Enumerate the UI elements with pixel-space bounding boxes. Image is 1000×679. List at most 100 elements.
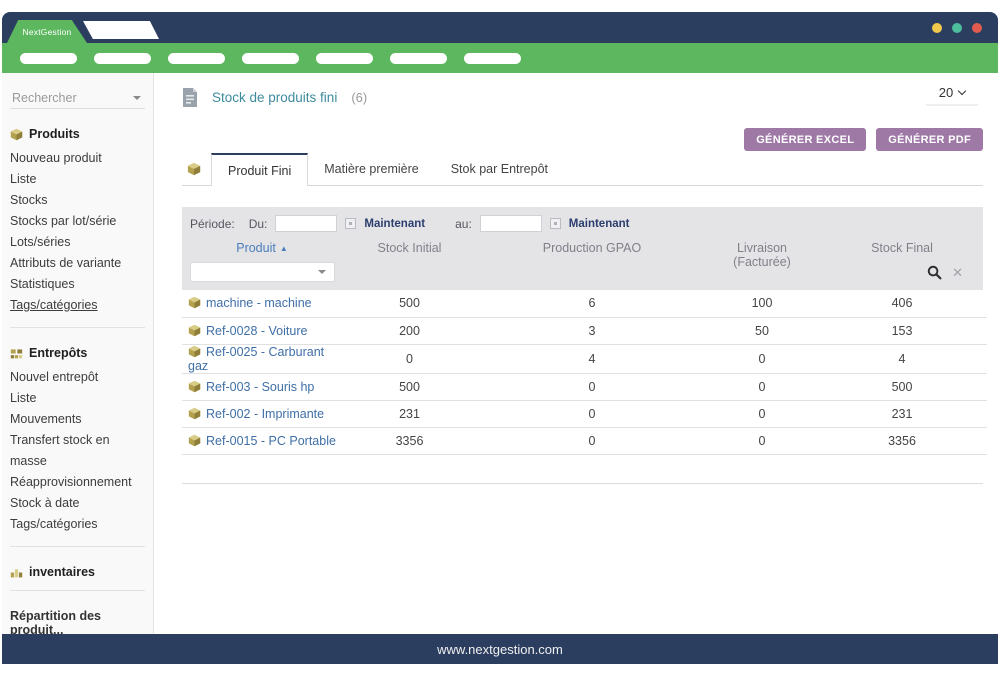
package-icon [188,380,201,393]
footer: www.nextgestion.com [2,634,998,664]
du-label: Du: [249,217,268,231]
stock-initial-cell: 500 [342,373,477,400]
tab-stok-par-entrepot[interactable]: Stok par Entrepôt [435,152,564,185]
production-gpao-cell: 3 [477,317,707,344]
package-icon [188,434,201,447]
tab-matiere-premiere[interactable]: Matière première [308,152,434,185]
package-icon [10,128,23,141]
page-title: Stock de produits fini [212,90,337,105]
production-gpao-cell: 6 [477,290,707,317]
content-divider [182,483,983,484]
production-gpao-cell: 0 [477,373,707,400]
nav-pill[interactable] [168,53,225,64]
sidebar-item-stock-a-date[interactable]: Stock à date [10,493,145,514]
window-controls [932,23,982,33]
nav-pill[interactable] [390,53,447,64]
product-link[interactable]: Ref-0025 - Carburant gaz [188,345,324,373]
au-date-input[interactable] [480,215,542,232]
periode-row: Période: Du: Maintenant au: Maintenant [182,207,983,232]
titlebar: NextGestion [2,12,998,43]
table-row[interactable]: Ref-0028 - Voiture 200 3 50 153 [182,317,987,344]
page-count: (6) [351,90,367,105]
production-gpao-cell: 0 [477,400,707,427]
footer-url: www.nextgestion.com [437,642,563,657]
nav-pill[interactable] [20,53,77,64]
product-link[interactable]: machine - machine [206,296,312,310]
table-row[interactable]: Ref-0025 - Carburant gaz 0 4 0 4 [182,344,987,373]
sidebar-item-liste-produits[interactable]: Liste [10,169,145,190]
package-icon [188,407,201,420]
sidebar-section-repartition: Répartition des produit... [10,609,145,634]
generate-pdf-button[interactable]: GÉNÉRER PDF [876,128,983,151]
table-row[interactable]: Ref-002 - Imprimante 231 0 0 231 [182,400,987,427]
sidebar-item-lots-series[interactable]: Lots/séries [10,232,145,253]
product-link[interactable]: Ref-0015 - PC Portable [206,434,336,448]
stock-initial-cell: 231 [342,400,477,427]
sidebar-search-select[interactable]: Rechercher [10,87,145,109]
sidebar-item-stocks-lot-serie[interactable]: Stocks par lot/série [10,211,145,232]
stock-final-cell: 4 [817,344,987,373]
nav-pill[interactable] [316,53,373,64]
sidebar-item-statistiques[interactable]: Statistiques [10,274,145,295]
production-gpao-cell: 0 [477,427,707,454]
page-size-select[interactable]: 20 [926,85,978,106]
secondary-tab[interactable] [83,21,159,39]
tab-produit-fini[interactable]: Produit Fini [211,153,308,186]
livraison-cell: 0 [707,344,817,373]
table-row[interactable]: Ref-0015 - PC Portable 3356 0 0 3356 [182,427,987,454]
close-dot-icon[interactable] [972,23,982,33]
sidebar: Rechercher Produits Nouveau produit List… [2,73,154,634]
sidebar-item-attributs-variante[interactable]: Attributs de variante [10,253,145,274]
sidebar-item-stocks[interactable]: Stocks [10,190,145,211]
brand-tab[interactable]: NextGestion [7,20,87,43]
calendar-icon[interactable] [550,218,561,229]
sidebar-divider [10,590,145,591]
livraison-cell: 0 [707,400,817,427]
clear-filter-icon[interactable]: ✕ [952,266,963,279]
sidebar-section-produits: Produits [10,127,145,141]
sidebar-item-transfert-stock[interactable]: Transfert stock en masse [10,430,145,472]
sidebar-item-reapprovisionnement[interactable]: Réapprovisionnement [10,472,145,493]
nav-pill[interactable] [94,53,151,64]
product-link[interactable]: Ref-003 - Souris hp [206,380,314,394]
livraison-cell: 50 [707,317,817,344]
chevron-down-icon [958,87,966,95]
sidebar-item-nouvel-entrepot[interactable]: Nouvel entrepôt [10,367,145,388]
du-date-input[interactable] [275,215,337,232]
chevron-down-icon [318,270,326,274]
au-maintenant-label: Maintenant [569,218,630,230]
periode-label: Période: [190,217,235,231]
nav-pill[interactable] [242,53,299,64]
warehouse-icon [10,347,23,360]
product-link[interactable]: Ref-002 - Imprimante [206,407,324,421]
generate-excel-button[interactable]: GÉNÉRER EXCEL [744,128,866,151]
tabbar: Produit Fini Matière première Stok par E… [182,153,983,186]
search-icon[interactable] [927,265,942,280]
stock-initial-cell: 200 [342,317,477,344]
page-head: Stock de produits fini (6) [182,88,367,107]
sidebar-item-nouveau-produit[interactable]: Nouveau produit [10,148,145,169]
table-row[interactable]: Ref-003 - Souris hp 500 0 0 500 [182,373,987,400]
app-window: NextGestion Rechercher Produits Nou [2,12,998,664]
livraison-cell: 100 [707,290,817,317]
sidebar-item-tags-categories-produits[interactable]: Tags/catégories [10,295,145,316]
product-link[interactable]: Ref-0028 - Voiture [206,324,307,338]
inventory-icon [10,566,23,579]
stock-table: machine - machine 500 6 100 406 Ref-0028… [182,290,987,455]
stock-initial-cell: 500 [342,290,477,317]
nav-pill[interactable] [464,53,521,64]
main-content: Stock de produits fini (6) 20 GÉNÉRER EX… [154,73,998,634]
stock-final-cell: 500 [817,373,987,400]
table-row[interactable]: machine - machine 500 6 100 406 [182,290,987,317]
produit-filter-select[interactable] [190,262,335,282]
sidebar-item-liste-entrepots[interactable]: Liste [10,388,145,409]
au-label: au: [455,217,472,231]
sidebar-section-inventaires: inventaires [10,565,145,579]
calendar-icon[interactable] [345,218,356,229]
sidebar-item-mouvements[interactable]: Mouvements [10,409,145,430]
stock-initial-cell: 3356 [342,427,477,454]
maximize-dot-icon[interactable] [952,23,962,33]
minimize-dot-icon[interactable] [932,23,942,33]
sidebar-item-tags-categories-entrepots[interactable]: Tags/catégories [10,514,145,535]
package-icon [188,345,201,358]
